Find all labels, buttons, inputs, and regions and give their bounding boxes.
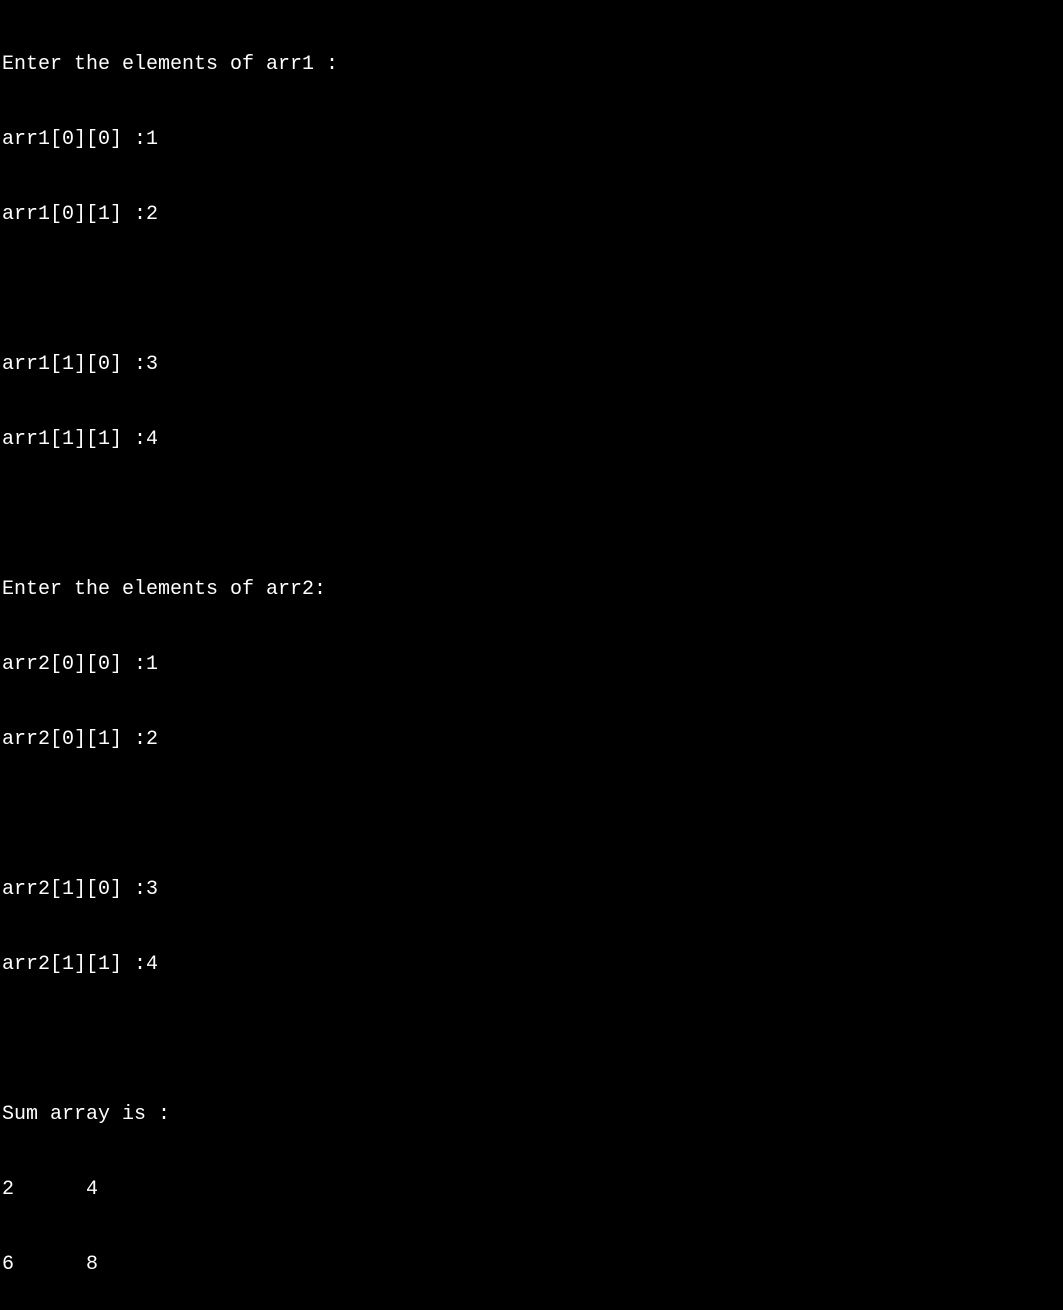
output-line [2, 502, 1063, 527]
output-line: 2 4 [2, 1177, 1063, 1202]
output-line: 6 8 [2, 1252, 1063, 1277]
output-line: Enter the elements of arr2: [2, 577, 1063, 602]
output-line [2, 802, 1063, 827]
output-line: Enter the elements of arr1 : [2, 52, 1063, 77]
output-line: arr1[1][0] :3 [2, 352, 1063, 377]
output-line: arr2[0][0] :1 [2, 652, 1063, 677]
output-line [2, 277, 1063, 302]
output-line: Sum array is : [2, 1102, 1063, 1127]
output-line: arr1[0][0] :1 [2, 127, 1063, 152]
output-line: arr2[0][1] :2 [2, 727, 1063, 752]
terminal-output[interactable]: Enter the elements of arr1 : arr1[0][0] … [2, 2, 1063, 1310]
output-line: arr2[1][0] :3 [2, 877, 1063, 902]
output-line: arr1[1][1] :4 [2, 427, 1063, 452]
output-line [2, 1027, 1063, 1052]
output-line: arr2[1][1] :4 [2, 952, 1063, 977]
output-line: arr1[0][1] :2 [2, 202, 1063, 227]
